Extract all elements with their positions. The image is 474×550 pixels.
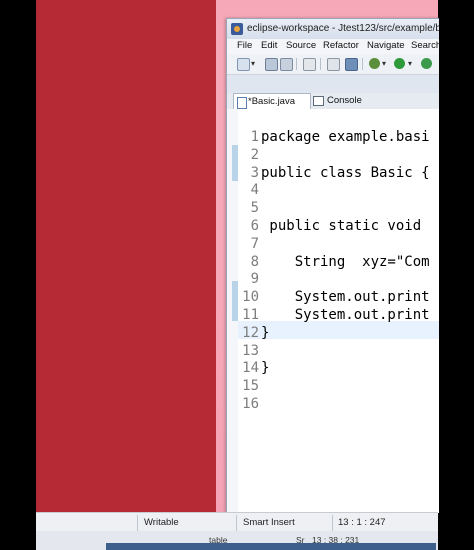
code-line: System.out.print: [261, 307, 430, 323]
line-number: 6: [250, 218, 259, 234]
code-line: package example.basi: [261, 129, 430, 145]
code-line: String xyz="Com: [261, 253, 430, 270]
right-letterbox: [438, 0, 474, 549]
java-file-icon: [237, 97, 247, 109]
status-writable: Writable: [144, 517, 179, 528]
save-all-icon[interactable]: [280, 58, 293, 71]
save-icon[interactable]: [265, 58, 278, 71]
code-line: public static void: [261, 218, 422, 234]
tab-label: *Basic.java: [248, 96, 295, 107]
code-line: }: [261, 360, 270, 377]
line-number: 11: [242, 307, 259, 323]
menu-navigate[interactable]: Navigate: [367, 40, 405, 51]
status-insert-mode[interactable]: Smart Insert: [243, 517, 295, 528]
code-editor[interactable]: 1 2 3 4 5 6 7 8 9 10 11 12 13 14 15 16 p…: [227, 109, 439, 513]
menu-refactor[interactable]: Refactor: [323, 40, 359, 51]
line-number: 16: [242, 396, 259, 412]
line-number: 9: [250, 271, 259, 288]
line-number: 7: [250, 235, 259, 252]
terminal-icon[interactable]: [327, 58, 340, 71]
tab-label: Console: [327, 95, 362, 106]
status-bar: Writable Smart Insert 13 : 1 : 247 table…: [36, 512, 438, 550]
menu-bar: File Edit Source Refactor Navigate Searc…: [227, 39, 439, 54]
toolbar-separator: [296, 58, 297, 70]
eclipse-window: eclipse-workspace - Jtest123/src/example…: [226, 18, 439, 513]
title-bar[interactable]: eclipse-workspace - Jtest123/src/example…: [227, 19, 439, 40]
tab-basic-java[interactable]: *Basic.java: [233, 93, 311, 110]
code-line: System.out.print: [261, 289, 430, 306]
skip-breakpoints-icon[interactable]: [345, 58, 358, 71]
status-separator: [332, 515, 333, 531]
line-number: 12: [242, 324, 259, 341]
left-letterbox: [0, 0, 36, 549]
line-number: 2: [250, 146, 259, 163]
debug-dropdown-icon[interactable]: ▾: [382, 58, 388, 69]
line-number: 14: [242, 360, 259, 377]
line-number: 3: [250, 164, 259, 181]
menu-file[interactable]: File: [237, 40, 252, 51]
menu-search[interactable]: Search: [411, 40, 439, 51]
toolbar: ▾ ▾ ▾: [227, 54, 439, 75]
toolbar-separator: [362, 58, 363, 70]
console-icon: [313, 96, 324, 106]
line-number: 4: [250, 182, 259, 199]
new-icon[interactable]: [237, 58, 250, 71]
red-background-panel: [36, 0, 216, 512]
line-number: 13: [242, 342, 259, 359]
print-icon[interactable]: [303, 58, 316, 71]
status-cursor-position: 13 : 1 : 247: [338, 517, 386, 528]
window-title: eclipse-workspace - Jtest123/src/example…: [247, 23, 439, 34]
debug-icon[interactable]: [369, 58, 380, 69]
tab-console[interactable]: Console: [311, 93, 381, 109]
run-icon[interactable]: [394, 58, 405, 69]
menu-edit[interactable]: Edit: [261, 40, 277, 51]
status-separator: [236, 515, 237, 531]
menu-source[interactable]: Source: [286, 40, 316, 51]
status-separator: [137, 515, 138, 531]
code-line: public class Basic {: [261, 164, 430, 181]
line-number: 15: [242, 378, 259, 395]
line-number: 1: [250, 129, 259, 145]
line-number: 5: [250, 200, 259, 217]
line-number: 10: [242, 289, 259, 306]
perspective-area: [227, 75, 439, 93]
new-dropdown-icon[interactable]: ▾: [251, 58, 257, 69]
run-dropdown-icon[interactable]: ▾: [408, 58, 414, 69]
line-number: 8: [250, 253, 259, 270]
toolbar-separator: [320, 58, 321, 70]
eclipse-logo-icon: [231, 23, 243, 35]
external-tools-icon[interactable]: [421, 58, 432, 69]
code-line: }: [261, 324, 270, 341]
editor-tab-strip: *Basic.java Console: [227, 93, 439, 110]
